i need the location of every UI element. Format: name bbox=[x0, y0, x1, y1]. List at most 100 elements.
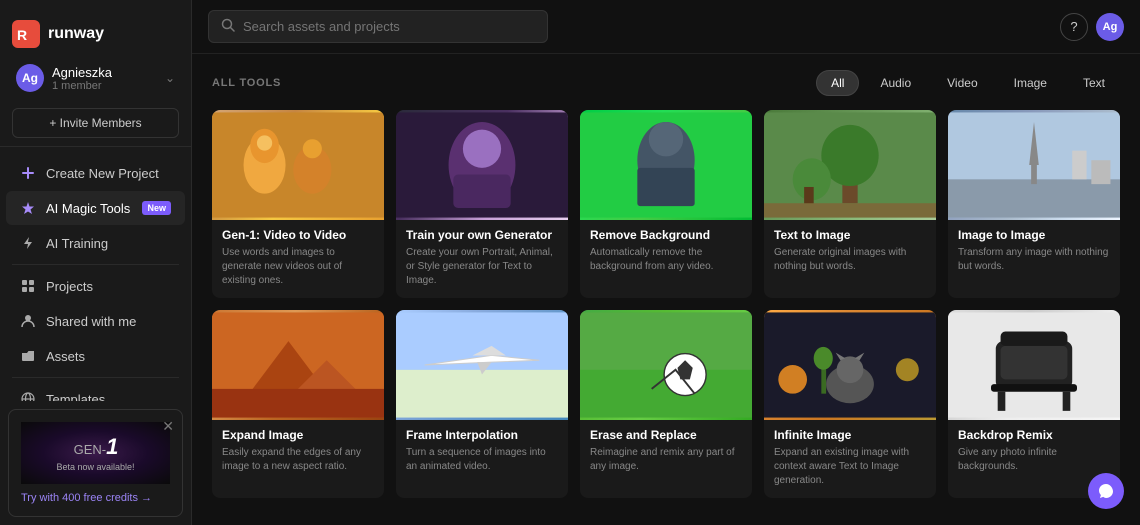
runway-logo-icon: R bbox=[12, 20, 40, 48]
user-area[interactable]: Ag Agnieszka 1 member ⌄ bbox=[12, 56, 179, 100]
tool-info-frame-interpolation: Frame Interpolation Turn a sequence of im… bbox=[396, 420, 568, 484]
tool-desc-remove-background: Automatically remove the background from… bbox=[590, 246, 742, 274]
tool-info-text-to-image: Text to ImageGenerate original images wi… bbox=[764, 220, 936, 284]
sidebar-item-ai-magic-tools[interactable]: AI Magic Tools New bbox=[6, 191, 185, 225]
nav-separator-2 bbox=[12, 377, 179, 378]
tool-thumbnail-train-your-own-generator bbox=[396, 110, 568, 220]
filter-tab-text[interactable]: Text bbox=[1068, 70, 1120, 96]
tool-info-erase-and-replace: Erase and ReplaceReimagine and remix any… bbox=[580, 420, 752, 484]
tool-card-image-to-image[interactable]: Image to Image Transform any image with n… bbox=[948, 110, 1120, 298]
tool-card-text-to-image[interactable]: Text to ImageGenerate original images wi… bbox=[764, 110, 936, 298]
sidebar-item-label: Projects bbox=[46, 279, 93, 294]
search-icon bbox=[221, 18, 235, 35]
chat-support-button[interactable] bbox=[1088, 473, 1124, 509]
gen1-prefix: GEN- bbox=[74, 442, 107, 457]
tool-name-infinite-image: Infinite Image bbox=[774, 428, 926, 442]
filter-tab-image[interactable]: Image bbox=[999, 70, 1062, 96]
filter-tab-video[interactable]: Video bbox=[932, 70, 992, 96]
tool-card-infinite-image[interactable]: Infinite Image Expand an existing image w… bbox=[764, 310, 936, 498]
tool-name-backdrop-remix: Backdrop Remix bbox=[958, 428, 1110, 442]
thumb-content-image-to-image bbox=[948, 110, 1120, 220]
tool-card-train-your-own-generator[interactable]: Train your own GeneratorCreate your own … bbox=[396, 110, 568, 298]
gen1-trial-link[interactable]: Try with 400 free credits → bbox=[21, 492, 170, 504]
tool-name-frame-interpolation: Frame Interpolation bbox=[406, 428, 558, 442]
filter-tab-audio[interactable]: Audio bbox=[865, 70, 926, 96]
gen1-promo-banner: ✕ GEN-1 Beta now available! Try with 400… bbox=[8, 409, 183, 517]
tool-name-image-to-image: Image to Image bbox=[958, 228, 1110, 242]
magic-icon bbox=[20, 200, 36, 216]
thumb-content-text-to-image bbox=[764, 110, 936, 220]
person-icon bbox=[20, 313, 36, 329]
tool-card-remove-background[interactable]: Remove Background Automatically remove th… bbox=[580, 110, 752, 298]
logo-area: R runway bbox=[12, 12, 179, 56]
tool-thumbnail-backdrop-remix bbox=[948, 310, 1120, 420]
chevron-down-icon: ⌄ bbox=[165, 71, 175, 85]
sidebar-item-label: Create New Project bbox=[46, 166, 159, 181]
nav-separator bbox=[12, 264, 179, 265]
thumb-content-erase-and-replace bbox=[580, 310, 752, 420]
thumb-content-backdrop-remix bbox=[948, 310, 1120, 420]
tool-desc-backdrop-remix: Give any photo infinite backgrounds. bbox=[958, 446, 1110, 474]
tool-thumbnail-text-to-image bbox=[764, 110, 936, 220]
tool-thumbnail-image-to-image bbox=[948, 110, 1120, 220]
new-badge: New bbox=[142, 201, 171, 215]
globe-icon bbox=[20, 391, 36, 401]
section-title: ALL TOOLS bbox=[212, 77, 281, 89]
filter-tab-all[interactable]: All bbox=[816, 70, 859, 96]
thumb-content-remove-background bbox=[580, 110, 752, 220]
tool-thumbnail-infinite-image bbox=[764, 310, 936, 420]
sidebar-item-label: AI Training bbox=[46, 236, 108, 251]
tool-name-train-your-own-generator: Train your own Generator bbox=[406, 228, 558, 242]
tool-name-remove-background: Remove Background bbox=[590, 228, 742, 242]
tool-info-infinite-image: Infinite Image Expand an existing image w… bbox=[764, 420, 936, 498]
tool-desc-frame-interpolation: Turn a sequence of images into an animat… bbox=[406, 446, 558, 474]
sidebar-item-create-new-project[interactable]: Create New Project bbox=[6, 156, 185, 190]
sidebar-item-projects[interactable]: Projects bbox=[6, 269, 185, 303]
tool-name-text-to-image: Text to Image bbox=[774, 228, 926, 242]
plus-icon bbox=[20, 165, 36, 181]
filter-tabs: All Audio Video Image Text bbox=[816, 70, 1120, 96]
user-name: Agnieszka bbox=[52, 65, 157, 80]
tool-desc-infinite-image: Expand an existing image with context aw… bbox=[774, 446, 926, 488]
thumb-content-expand-image bbox=[212, 310, 384, 420]
invite-members-button[interactable]: + Invite Members bbox=[12, 108, 179, 138]
sidebar-item-templates[interactable]: Templates bbox=[6, 382, 185, 401]
thumb-content-train-your-own-generator bbox=[396, 110, 568, 220]
section-header: ALL TOOLS All Audio Video Image Text bbox=[212, 70, 1120, 96]
sidebar-item-label: Shared with me bbox=[46, 314, 136, 329]
tool-desc-expand-image: Easily expand the edges of any image to … bbox=[222, 446, 374, 474]
help-button[interactable]: ? bbox=[1060, 13, 1088, 41]
tool-info-remove-background: Remove Background Automatically remove th… bbox=[580, 220, 752, 284]
sidebar-nav: Create New Project AI Magic Tools New AI… bbox=[0, 147, 191, 401]
content-area: ALL TOOLS All Audio Video Image Text Gen… bbox=[192, 54, 1140, 525]
tool-info-image-to-image: Image to Image Transform any image with n… bbox=[948, 220, 1120, 284]
sidebar-item-shared-with-me[interactable]: Shared with me bbox=[6, 304, 185, 338]
sidebar-item-ai-training[interactable]: AI Training bbox=[6, 226, 185, 260]
close-promo-button[interactable]: ✕ bbox=[162, 418, 174, 435]
sidebar-item-assets[interactable]: Assets bbox=[6, 339, 185, 373]
tool-card-expand-image[interactable]: Expand Image Easily expand the edges of a… bbox=[212, 310, 384, 498]
user-role: 1 member bbox=[52, 80, 157, 92]
tools-grid: Gen-1: Video to VideoUse words and image… bbox=[212, 110, 1120, 498]
tool-name-expand-image: Expand Image bbox=[222, 428, 374, 442]
tool-card-gen1-video-to-video[interactable]: Gen-1: Video to VideoUse words and image… bbox=[212, 110, 384, 298]
user-avatar-top[interactable]: Ag bbox=[1096, 13, 1124, 41]
tool-thumbnail-frame-interpolation bbox=[396, 310, 568, 420]
topbar: ? Ag bbox=[192, 0, 1140, 54]
sidebar-item-label: Templates bbox=[46, 392, 105, 402]
sidebar-item-label: Assets bbox=[46, 349, 85, 364]
tool-thumbnail-remove-background bbox=[580, 110, 752, 220]
search-bar[interactable] bbox=[208, 10, 548, 43]
search-input[interactable] bbox=[243, 19, 535, 34]
tool-info-expand-image: Expand Image Easily expand the edges of a… bbox=[212, 420, 384, 484]
tool-info-backdrop-remix: Backdrop Remix Give any photo infinite ba… bbox=[948, 420, 1120, 484]
tool-card-backdrop-remix[interactable]: Backdrop Remix Give any photo infinite ba… bbox=[948, 310, 1120, 498]
tool-desc-image-to-image: Transform any image with nothing but wor… bbox=[958, 246, 1110, 274]
tool-thumbnail-erase-and-replace bbox=[580, 310, 752, 420]
tool-card-frame-interpolation[interactable]: Frame Interpolation Turn a sequence of im… bbox=[396, 310, 568, 498]
tool-desc-erase-and-replace: Reimagine and remix any part of any imag… bbox=[590, 446, 742, 474]
grid-icon bbox=[20, 278, 36, 294]
tool-desc-gen1-video-to-video: Use words and images to generate new vid… bbox=[222, 246, 374, 288]
tool-info-gen1-video-to-video: Gen-1: Video to VideoUse words and image… bbox=[212, 220, 384, 298]
tool-card-erase-and-replace[interactable]: Erase and ReplaceReimagine and remix any… bbox=[580, 310, 752, 498]
